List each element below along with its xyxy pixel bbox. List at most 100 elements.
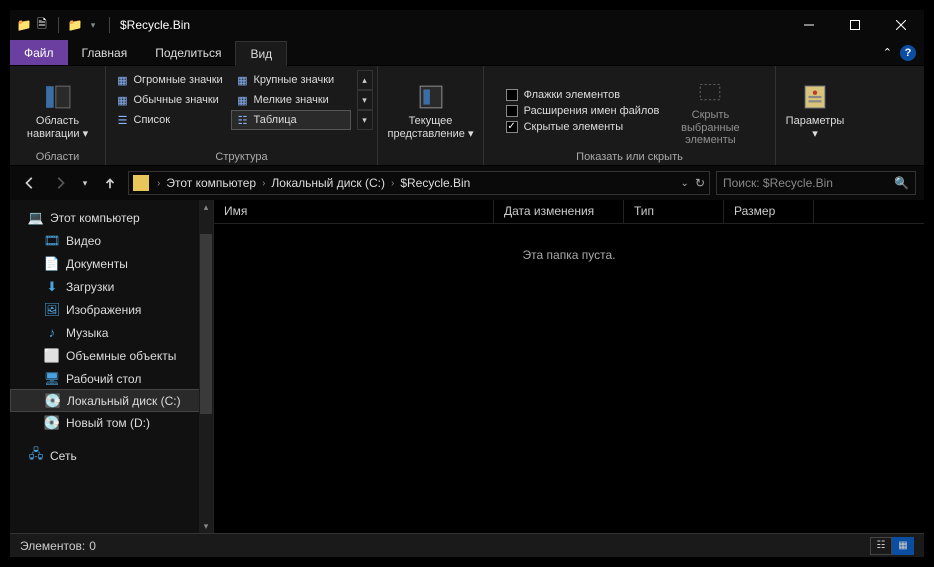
hide-selected-label: Скрыть выбранные элементы	[667, 109, 753, 147]
column-date[interactable]: Дата изменения	[494, 200, 624, 223]
breadcrumb-pc[interactable]: Этот компьютер	[164, 176, 258, 190]
forward-button[interactable]	[48, 171, 72, 195]
chevron-right-icon[interactable]: ›	[155, 178, 162, 189]
folder-icon: 📁	[16, 17, 32, 33]
up-button[interactable]	[98, 171, 122, 195]
chevron-right-icon[interactable]: ›	[260, 178, 267, 189]
tab-view[interactable]: Вид	[235, 41, 287, 66]
search-placeholder: Поиск: $Recycle.Bin	[723, 176, 833, 190]
checkbox-icon	[506, 105, 518, 117]
drive-icon: 💽	[45, 393, 61, 409]
network-icon: 🖧	[28, 448, 44, 464]
maximize-button[interactable]	[832, 10, 878, 40]
tree-desktop[interactable]: 🖥Рабочий стол	[10, 367, 213, 390]
layout-medium[interactable]: ▦Обычные значки	[111, 90, 231, 110]
view-details-toggle[interactable]: ☷	[870, 537, 892, 555]
properties-icon[interactable]: 🗎	[34, 17, 50, 33]
tree-documents[interactable]: 📄Документы	[10, 252, 213, 275]
navigation-pane-button[interactable]: Область навигации ▾	[16, 80, 100, 140]
options-button[interactable]: Параметры▾	[780, 80, 850, 140]
tree-drive-d[interactable]: 💽Новый том (D:)	[10, 411, 213, 434]
collapse-ribbon-icon[interactable]: ⌃	[883, 46, 892, 59]
scrollbar-thumb[interactable]	[200, 234, 212, 414]
column-type[interactable]: Тип	[624, 200, 724, 223]
folder-icon	[133, 175, 149, 191]
scroll-up-icon[interactable]: ▴	[199, 200, 213, 214]
layout-details[interactable]: ☷Таблица	[231, 110, 351, 130]
tree-downloads[interactable]: ⬇Загрузки	[10, 275, 213, 298]
search-input[interactable]: Поиск: $Recycle.Bin 🔍	[716, 171, 916, 195]
minimize-button[interactable]	[786, 10, 832, 40]
tree-drive-c[interactable]: 💽Локальный диск (C:)	[10, 389, 213, 412]
layout-large[interactable]: ▦Крупные значки	[231, 70, 351, 90]
hide-selected-button[interactable]: Скрыть выбранные элементы	[667, 74, 753, 147]
qat-dropdown-icon[interactable]: ▾	[85, 17, 101, 33]
status-items-count: 0	[89, 539, 96, 553]
scroll-down-icon[interactable]: ▾	[199, 519, 213, 533]
hide-icon	[695, 76, 725, 106]
tree-3d-objects[interactable]: ⬜Объемные объекты	[10, 344, 213, 367]
layout-scroll-down[interactable]: ▾	[357, 90, 373, 110]
layout-more[interactable]: ▾	[357, 110, 373, 130]
list-icon: ☰	[116, 113, 130, 127]
tab-home[interactable]: Главная	[68, 40, 142, 65]
tree-pictures[interactable]: 🖼Изображения	[10, 298, 213, 321]
checkbox-icon	[506, 89, 518, 101]
checkbox-item-checkboxes[interactable]: Флажки элементов	[506, 89, 660, 101]
cube-icon: ⬜	[44, 348, 60, 364]
grid-icon: ▦	[236, 73, 250, 87]
address-dropdown-icon[interactable]: ⌄	[681, 178, 689, 189]
layout-small[interactable]: ▦Мелкие значки	[231, 90, 351, 110]
tree-videos[interactable]: 🎞Видео	[10, 229, 213, 252]
current-view-icon	[416, 82, 446, 112]
chevron-right-icon[interactable]: ›	[389, 178, 396, 189]
separator	[109, 17, 110, 33]
breadcrumb-drive[interactable]: Локальный диск (C:)	[269, 176, 387, 190]
checkbox-file-extensions[interactable]: Расширения имен файлов	[506, 105, 660, 117]
group-showhide-label: Показать или скрыть	[576, 151, 683, 163]
current-view-button[interactable]: Текущее представление ▾	[381, 80, 481, 140]
view-large-toggle[interactable]: ▦	[892, 537, 914, 555]
tree-this-pc[interactable]: 💻Этот компьютер	[10, 206, 213, 229]
checkbox-hidden-items[interactable]: Скрытые элементы	[506, 121, 660, 133]
help-icon[interactable]: ?	[900, 45, 916, 61]
desktop-icon: 🖥	[44, 371, 60, 387]
current-view-label: Текущее представление ▾	[381, 115, 481, 140]
grid-icon: ▦	[236, 93, 250, 107]
navigation-pane-label: Область навигации ▾	[16, 115, 100, 140]
window-title: $Recycle.Bin	[120, 18, 190, 32]
status-items-label: Элементов:	[20, 539, 85, 553]
breadcrumb-folder[interactable]: $Recycle.Bin	[398, 176, 472, 190]
tree-music[interactable]: ♪Музыка	[10, 321, 213, 344]
navigation-pane-icon	[43, 82, 73, 112]
close-button[interactable]	[878, 10, 924, 40]
column-size[interactable]: Размер	[724, 200, 814, 223]
options-label: Параметры▾	[786, 115, 845, 140]
pc-icon: 💻	[28, 210, 44, 226]
search-icon: 🔍	[894, 176, 909, 190]
drive-icon: 💽	[44, 415, 60, 431]
layout-list[interactable]: ☰Список	[111, 110, 231, 130]
layout-scroll-up[interactable]: ▴	[357, 70, 373, 90]
refresh-icon[interactable]: ↻	[695, 176, 705, 190]
back-button[interactable]	[18, 171, 42, 195]
tab-share[interactable]: Поделиться	[141, 40, 235, 65]
empty-folder-text: Эта папка пуста.	[214, 224, 924, 262]
group-panes-label: Области	[36, 151, 80, 163]
grid-icon: ▦	[116, 73, 130, 87]
history-dropdown[interactable]: ▾	[78, 171, 92, 195]
video-icon: 🎞	[44, 233, 60, 249]
grid-icon: ▦	[116, 93, 130, 107]
address-bar[interactable]: › Этот компьютер › Локальный диск (C:) ›…	[128, 171, 710, 195]
details-icon: ☷	[236, 113, 250, 127]
music-icon: ♪	[44, 325, 60, 341]
column-name[interactable]: Имя	[214, 200, 494, 223]
checkbox-icon	[506, 121, 518, 133]
tree-network[interactable]: 🖧Сеть	[10, 444, 213, 467]
separator	[58, 17, 59, 33]
options-icon	[800, 82, 830, 112]
document-icon: 📄	[44, 256, 60, 272]
tab-file[interactable]: Файл	[10, 40, 68, 65]
sidebar-scrollbar[interactable]: ▴ ▾	[199, 200, 213, 533]
layout-xlarge[interactable]: ▦Огромные значки	[111, 70, 231, 90]
